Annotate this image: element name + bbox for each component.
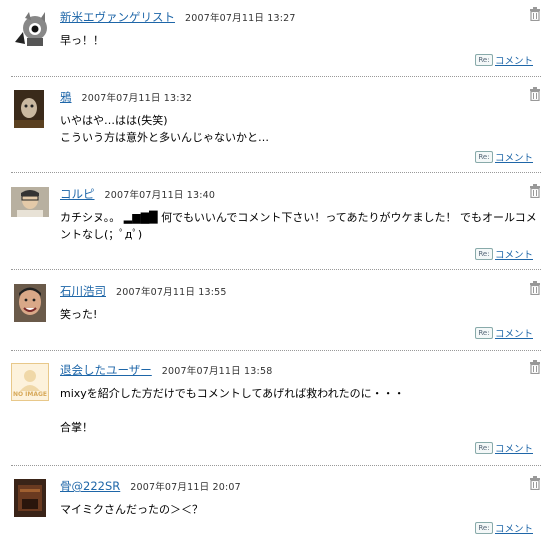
avatar[interactable]: NO IMAGE xyxy=(11,363,49,401)
comment-meta: 退会したユーザー 2007年07月11日 13:58 xyxy=(60,363,272,379)
comment-text: 早っ！！ xyxy=(60,34,104,47)
reply-button[interactable]: Re: コメント xyxy=(474,247,533,261)
divider xyxy=(11,350,541,351)
comment-text: いやはや…はは(失笑) こういう方は意外と多いんじゃないかと… xyxy=(60,114,269,144)
reply-icon: Re: xyxy=(474,54,493,66)
reply-label: コメント xyxy=(494,524,533,535)
comment-date: 2007年07月11日 20:07 xyxy=(130,482,241,493)
no-image-label: NO IMAGE xyxy=(12,391,48,398)
avatar[interactable] xyxy=(14,284,46,322)
comment-meta: コルピ 2007年07月11日 13:40 xyxy=(60,187,215,203)
comment-meta: 骨@222SR 2007年07月11日 20:07 xyxy=(60,479,241,495)
comment-date: 2007年07月11日 13:55 xyxy=(116,287,227,298)
username-link[interactable]: 鴉 xyxy=(60,90,72,104)
avatar[interactable] xyxy=(14,479,46,517)
username-link[interactable]: 骨@222SR xyxy=(60,479,120,493)
comment-date: 2007年07月11日 13:32 xyxy=(81,93,193,104)
trash-icon[interactable] xyxy=(529,360,541,374)
username-link[interactable]: コルピ xyxy=(60,187,95,201)
avatar[interactable] xyxy=(11,10,47,48)
trash-icon[interactable] xyxy=(529,281,541,295)
comment-text: マイミクさんだったの＞＜？ xyxy=(60,503,203,516)
comment-item: 石川浩司 2007年07月11日 13:55 笑った! Re: コメント xyxy=(0,281,552,344)
reply-button[interactable]: Re: コメント xyxy=(474,521,533,535)
reply-button[interactable]: Re: コメント xyxy=(474,441,533,455)
divider xyxy=(11,172,541,173)
comment-date: 2007年07月11日 13:27 xyxy=(185,13,296,24)
divider xyxy=(11,76,541,77)
trash-icon[interactable] xyxy=(529,184,541,198)
comment-item: 骨@222SR 2007年07月11日 20:07 マイミクさんだったの＞＜？ R… xyxy=(0,476,552,539)
reply-icon: Re: xyxy=(474,248,493,260)
username-link[interactable]: 退会したユーザー xyxy=(60,363,152,377)
comment-text: カチシヌ。。 ▂▆▇█ 何でもいいんでコメント下さい！ってあたりがウケました！ … xyxy=(60,211,537,241)
username-link[interactable]: 石川浩司 xyxy=(60,284,106,298)
comment-text: 笑った! xyxy=(60,308,98,321)
reply-icon: Re: xyxy=(474,442,493,454)
reply-icon: Re: xyxy=(474,327,493,339)
comment-meta: 新米エヴァンゲリスト 2007年07月11日 13:27 xyxy=(60,10,296,26)
reply-label: コメント xyxy=(494,56,533,67)
divider xyxy=(11,269,541,270)
reply-label: コメント xyxy=(494,444,533,455)
reply-button[interactable]: Re: コメント xyxy=(474,53,533,67)
reply-icon: Re: xyxy=(474,522,493,534)
comment-date: 2007年07月11日 13:40 xyxy=(104,190,216,201)
comment-text: mixyを紹介した方だけでもコメントしてあげれば救われたのに・・・ 合掌！ xyxy=(60,387,405,434)
comment-item: コルピ 2007年07月11日 13:40 カチシヌ。。 ▂▆▇█ 何でもいいんで… xyxy=(0,184,552,263)
reply-label: コメント xyxy=(494,153,533,164)
reply-button[interactable]: Re: コメント xyxy=(474,150,533,164)
divider xyxy=(11,465,541,466)
trash-icon[interactable] xyxy=(529,87,541,101)
comment-meta: 石川浩司 2007年07月11日 13:55 xyxy=(60,284,227,300)
comment-item: 鴉 2007年07月11日 13:32 いやはや…はは(失笑) こういう方は意外と… xyxy=(0,87,552,166)
reply-button[interactable]: Re: コメント xyxy=(474,326,533,340)
comment-date: 2007年07月11日 13:58 xyxy=(161,366,273,377)
reply-icon: Re: xyxy=(474,151,493,163)
avatar[interactable] xyxy=(14,90,44,128)
username-link[interactable]: 新米エヴァンゲリスト xyxy=(60,10,175,24)
avatar[interactable] xyxy=(11,187,49,217)
reply-label: コメント xyxy=(494,329,533,340)
trash-icon[interactable] xyxy=(529,7,541,21)
reply-label: コメント xyxy=(494,250,533,261)
trash-icon[interactable] xyxy=(529,476,541,490)
comment-meta: 鴉 2007年07月11日 13:32 xyxy=(60,90,192,106)
comment-item: NO IMAGE 退会したユーザー 2007年07月11日 13:58 mixyを… xyxy=(0,360,552,459)
comment-item: 新米エヴァンゲリスト 2007年07月11日 13:27 早っ！！ Re: コメント xyxy=(0,7,552,74)
